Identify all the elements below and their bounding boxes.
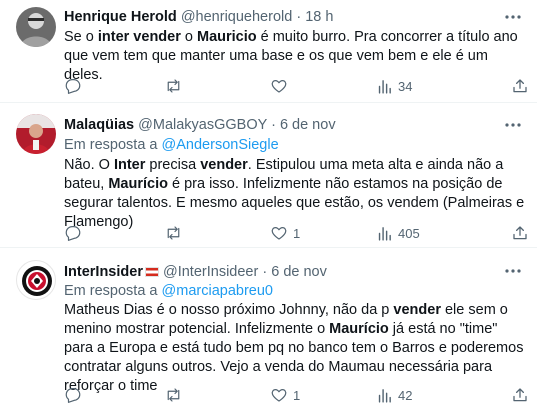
author-handle[interactable]: @InterInsideer xyxy=(163,264,258,280)
timestamp[interactable]: 18 h xyxy=(305,9,333,25)
likes-count: 1 xyxy=(293,225,301,241)
highlighted-term: Inter xyxy=(113,157,146,173)
retweet-icon xyxy=(167,79,180,93)
tweet-header: Henrique Herold @henriqueherold · 18 h xyxy=(64,8,333,26)
text-segment: Não. O xyxy=(64,157,114,173)
share-icon xyxy=(513,226,527,240)
views-button[interactable]: 42 xyxy=(376,385,412,405)
avatar[interactable] xyxy=(16,7,56,47)
retweet-icon xyxy=(167,226,180,240)
timestamp[interactable]: 6 de nov xyxy=(271,264,327,280)
text-segment: Matheus Dias é o nosso próximo Johnny, n… xyxy=(64,302,394,318)
tweet[interactable]: Malaqüias @MalakyasGGBOY · 6 de nov Em r… xyxy=(0,103,537,248)
more-options-button[interactable] xyxy=(503,8,523,26)
reply-icon xyxy=(65,388,81,403)
avatar[interactable] xyxy=(16,260,56,300)
retweet-button[interactable] xyxy=(164,385,183,405)
author-name[interactable]: Henrique Herold xyxy=(64,9,177,25)
author-name[interactable]: InterInsider xyxy=(64,264,143,280)
reply-icon xyxy=(65,79,81,94)
timestamp[interactable]: 6 de nov xyxy=(280,117,336,133)
highlighted-term: Mauricio xyxy=(196,29,257,45)
highlighted-term: inter vender xyxy=(97,29,181,45)
heart-icon xyxy=(271,80,287,93)
separator-dot: · xyxy=(262,264,268,280)
avatar[interactable] xyxy=(16,114,56,154)
reply-context: Em resposta a @marciapabreu0 xyxy=(64,282,273,301)
analytics-icon xyxy=(378,226,391,241)
more-icon xyxy=(505,269,521,273)
highlighted-term: vender xyxy=(200,157,248,173)
heart-icon xyxy=(271,389,287,402)
reply-button[interactable] xyxy=(64,385,82,405)
author-handle[interactable]: @MalakyasGGBOY xyxy=(138,117,267,133)
reply-to-handle[interactable]: @marciapabreu0 xyxy=(162,283,273,299)
text-segment: precisa xyxy=(145,157,201,173)
share-button[interactable] xyxy=(511,385,529,405)
tweet[interactable]: InterInsider @InterInsideer · 6 de nov E… xyxy=(0,248,537,418)
text-segment: o xyxy=(180,29,197,45)
like-button[interactable] xyxy=(270,76,288,96)
author-handle[interactable]: @henriqueherold xyxy=(181,9,292,25)
tweet-actions: 1 42 xyxy=(64,385,530,405)
more-options-button[interactable] xyxy=(503,262,523,280)
views-count: 42 xyxy=(398,387,413,403)
more-options-button[interactable] xyxy=(503,116,523,134)
retweet-button[interactable] xyxy=(164,223,183,243)
highlighted-term: Maurício xyxy=(108,176,168,192)
like-button[interactable]: 1 xyxy=(270,223,300,243)
share-button[interactable] xyxy=(511,223,529,243)
reply-prefix: Em resposta a xyxy=(64,283,158,299)
tweet-header: InterInsider @InterInsideer · 6 de nov xyxy=(64,263,327,281)
highlighted-term: vender xyxy=(393,302,441,318)
likes-count: 1 xyxy=(293,387,301,403)
tweet-actions: 34 xyxy=(64,76,530,96)
analytics-icon xyxy=(378,388,391,403)
tweet[interactable]: Henrique Herold @henriqueherold · 18 h S… xyxy=(0,0,537,103)
more-icon xyxy=(505,123,521,127)
reply-icon xyxy=(65,226,81,241)
reply-context: Em resposta a @AndersonSiegle xyxy=(64,136,279,155)
reply-to-handle[interactable]: @AndersonSiegle xyxy=(162,137,279,153)
reply-button[interactable] xyxy=(64,223,82,243)
share-button[interactable] xyxy=(511,76,529,96)
share-icon xyxy=(513,388,527,402)
author-name[interactable]: Malaqüias xyxy=(64,117,134,133)
tweet-actions: 1 405 xyxy=(64,223,530,243)
retweet-icon xyxy=(167,388,180,402)
like-button[interactable]: 1 xyxy=(270,385,300,405)
retweet-button[interactable] xyxy=(164,76,183,96)
reply-prefix: Em resposta a xyxy=(64,137,158,153)
separator-dot: · xyxy=(271,117,276,133)
austria-flag-icon xyxy=(144,267,159,277)
analytics-icon xyxy=(378,79,391,94)
tweet-header: Malaqüias @MalakyasGGBOY · 6 de nov xyxy=(64,116,336,134)
share-icon xyxy=(513,79,527,93)
views-count: 34 xyxy=(398,78,413,94)
heart-icon xyxy=(271,227,287,240)
more-icon xyxy=(505,15,521,19)
views-button[interactable]: 405 xyxy=(376,223,420,243)
text-segment: Se o xyxy=(64,29,98,45)
tweet-text: Matheus Dias é o nosso próximo Johnny, n… xyxy=(64,301,530,396)
tweet-text: Não. O Inter precisa vender. Estipulou u… xyxy=(64,156,530,232)
views-button[interactable]: 34 xyxy=(376,76,412,96)
views-count: 405 xyxy=(398,225,420,241)
highlighted-term: Maurício xyxy=(329,321,389,337)
separator-dot: · xyxy=(296,9,302,25)
reply-button[interactable] xyxy=(64,76,82,96)
